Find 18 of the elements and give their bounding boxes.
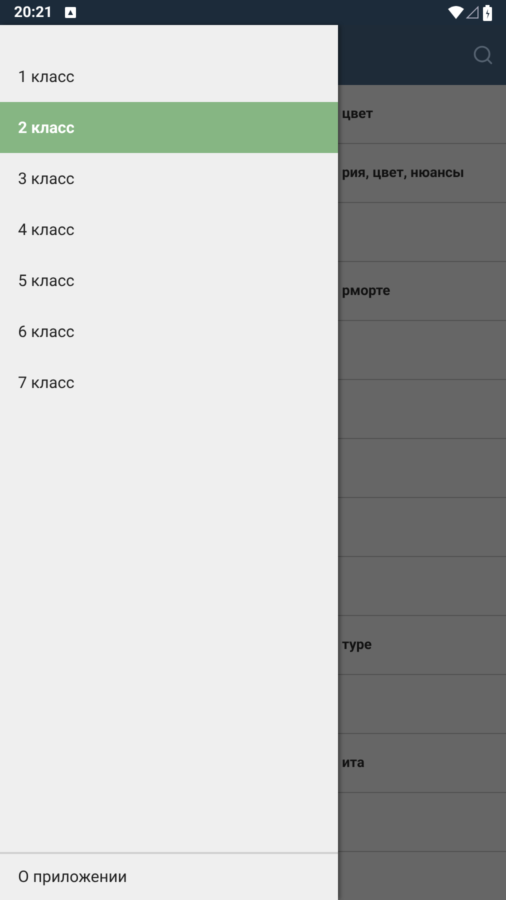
row-title: рморте [342,282,390,300]
drawer-item[interactable]: 4 класс [0,204,338,255]
row-title: рия, цвет, нюансы [342,164,464,182]
notification-icon [64,7,76,18]
drawer-item[interactable]: 7 класс [0,357,338,408]
row-title: туре [342,636,372,654]
drawer-item[interactable]: 3 класс [0,153,338,204]
drawer-item[interactable]: О приложении [0,854,338,900]
wifi-icon [448,6,464,19]
drawer-item[interactable]: 1 класс [0,51,338,102]
search-icon[interactable] [472,44,494,66]
signal-icon [466,6,479,19]
clock: 20:21 [14,2,53,24]
drawer-item[interactable]: 5 класс [0,255,338,306]
row-title: ита [342,754,364,772]
row-title: цвет [342,104,374,124]
battery-icon [483,4,492,20]
drawer-item[interactable]: 6 класс [0,306,338,357]
